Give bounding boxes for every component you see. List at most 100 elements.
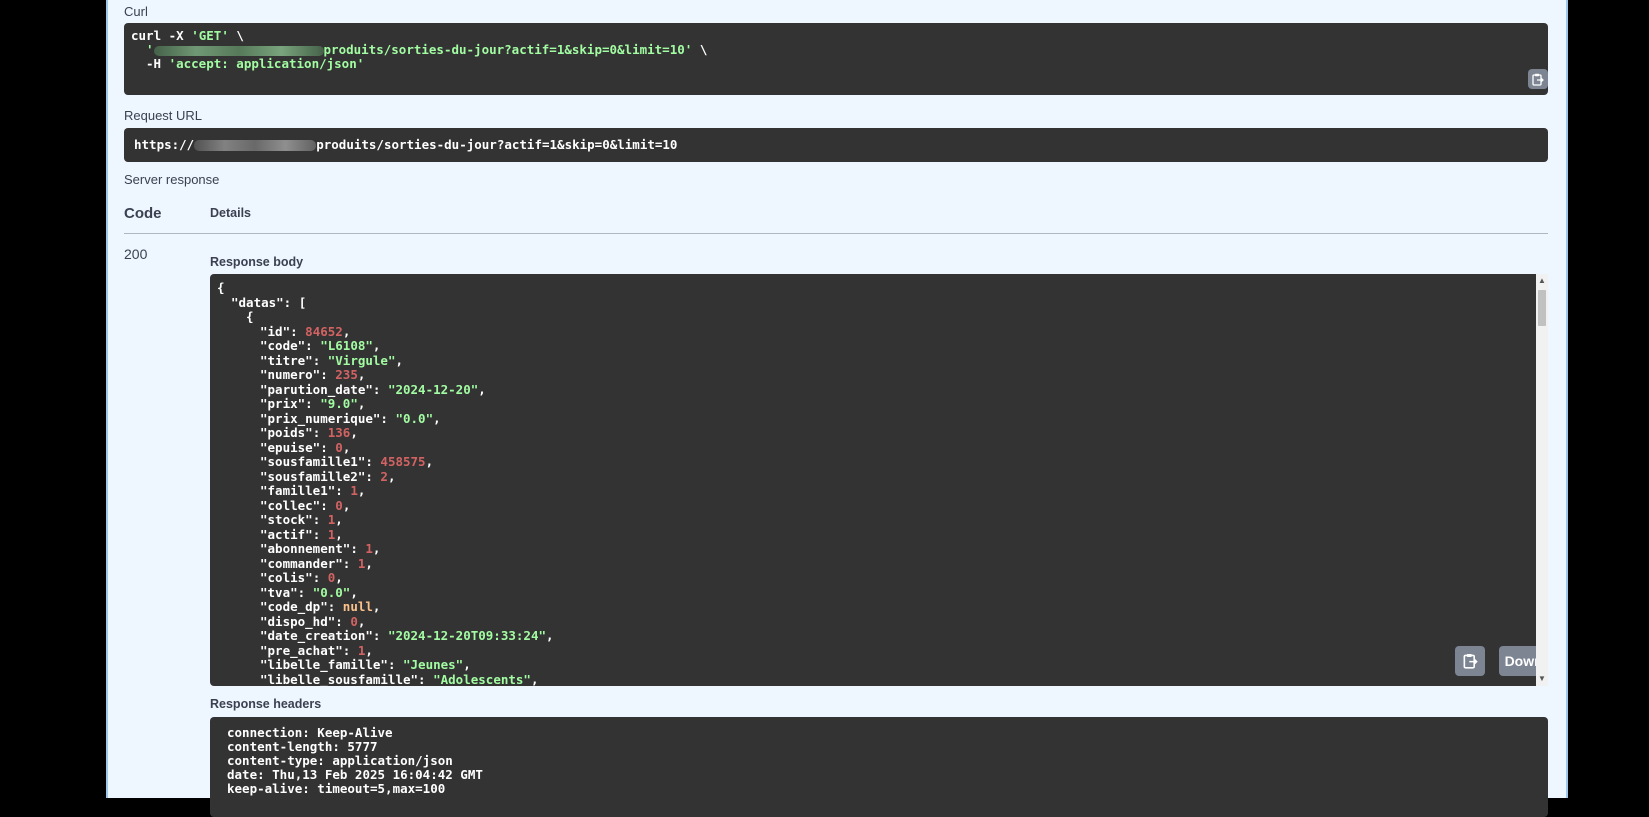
json-comma: , <box>395 352 404 368</box>
json-key: "date_creation" <box>260 628 373 643</box>
request-url-block[interactable]: https://produits/sorties-du-jour?actif=1… <box>124 128 1548 162</box>
json-field-line: "pre_achat": 1, <box>260 642 373 659</box>
json-key: "colis" <box>260 570 313 585</box>
json-key: "prix_numerique" <box>260 410 381 426</box>
json-key: "commander" <box>260 555 343 571</box>
response-copy-button[interactable] <box>1455 646 1485 676</box>
json-key: "tva" <box>260 584 298 600</box>
curl-copy-button[interactable] <box>1528 69 1548 89</box>
json-open-brace: { <box>217 280 225 295</box>
json-comma: , <box>372 541 381 556</box>
response-status-code: 200 <box>124 246 148 262</box>
json-value: "Virgule" <box>327 352 396 368</box>
json-comma: , <box>365 642 373 658</box>
json-key: "collec" <box>260 497 321 513</box>
json-comma: , <box>365 555 373 571</box>
json-key: "poids" <box>260 425 313 440</box>
json-key: "code" <box>260 338 306 353</box>
json-comma: , <box>335 526 343 542</box>
redacted-host <box>194 140 317 151</box>
details-column-header: Details <box>210 206 251 220</box>
json-value: "9.0" <box>320 396 358 411</box>
response-body-block[interactable]: {"datas": [{"id": 84652, "code": "L6108",… <box>210 274 1548 686</box>
code-column-header: Code <box>124 205 162 222</box>
json-separator: : <box>312 526 328 542</box>
json-separator: : <box>387 657 403 672</box>
json-separator: : <box>305 338 321 353</box>
json-field-line: "titre": "Virgule", <box>260 352 404 369</box>
json-value: "Adolescents" <box>433 671 531 686</box>
json-key: "code_dp" <box>260 599 328 614</box>
clipboard-icon <box>1532 73 1544 86</box>
json-comma: , <box>478 381 486 397</box>
json-field-line: "sousfamille2": 2, <box>260 468 396 485</box>
json-key: "numero" <box>260 367 321 382</box>
json-key: "dispo_hd" <box>260 613 336 629</box>
json-comma: , <box>335 512 343 527</box>
json-field-line: "famille1": 1, <box>260 483 366 499</box>
json-value: 0 <box>350 613 358 629</box>
json-separator: : <box>290 323 306 339</box>
json-comma: , <box>350 425 358 440</box>
json-field-line: "dispo_hd": 0, <box>260 613 365 630</box>
response-headers-block[interactable]: connection: Keep-Alive content-length: 57… <box>210 717 1548 817</box>
json-comma: , <box>357 483 366 498</box>
json-comma: , <box>342 439 351 455</box>
json-value: 136 <box>327 425 351 440</box>
json-field-line: "tva": "0.0", <box>260 584 358 601</box>
request-url-label: Request URL <box>124 108 203 123</box>
json-separator: : <box>372 381 388 397</box>
json-comma: , <box>387 468 396 484</box>
response-header-line: keep-alive: timeout=5,max=100 <box>227 781 446 796</box>
json-field-line: "code": "L6108", <box>260 338 380 354</box>
json-separator: : <box>305 396 321 411</box>
json-comma: , <box>357 367 366 382</box>
scrollbar-thumb[interactable] <box>1538 290 1546 326</box>
json-separator: : <box>418 671 434 686</box>
json-field-line: "abonnement": 1, <box>260 541 381 557</box>
json-comma: , <box>372 599 381 614</box>
json-comma: , <box>546 628 554 643</box>
response-headers-label: Response headers <box>210 697 322 711</box>
json-value: "Jeunes" <box>403 657 464 672</box>
curl-code-block[interactable]: curl -X 'GET' \ ' produits/sorties-du-jou… <box>124 23 1548 95</box>
json-key: "libelle_famille" <box>260 657 388 672</box>
json-value: "L6108" <box>320 338 373 353</box>
json-value: 1 <box>350 483 358 498</box>
json-separator: : <box>312 512 328 527</box>
json-key: "epuise" <box>260 439 321 455</box>
json-field-line: "prix_numerique": "0.0", <box>260 410 441 427</box>
scroll-up-arrow-icon[interactable]: ▲ <box>1538 277 1546 285</box>
json-separator: : <box>335 613 351 629</box>
json-field-line: "actif": 1, <box>260 526 343 543</box>
json-key: "actif" <box>260 526 313 542</box>
json-comma: , <box>530 671 539 686</box>
json-value: null <box>342 599 373 614</box>
response-body-scrollbar[interactable]: ▲ ▼ <box>1536 274 1548 686</box>
json-separator: : <box>372 628 388 643</box>
json-comma: , <box>350 584 358 600</box>
json-value: 84652 <box>305 323 343 339</box>
server-response-label: Server response <box>124 172 220 187</box>
json-separator: : <box>312 570 328 585</box>
json-comma: , <box>425 454 434 469</box>
json-key: "sousfamille2" <box>260 468 366 484</box>
json-key: "prix" <box>260 396 306 411</box>
json-separator: : <box>312 352 328 368</box>
scroll-down-arrow-icon[interactable]: ▼ <box>1538 675 1546 683</box>
json-field-line: "commander": 1, <box>260 555 373 572</box>
json-separator: : <box>342 555 358 571</box>
json-key: "parution_date" <box>260 381 373 397</box>
curl-line-3: -H 'accept: application/json' <box>146 56 365 71</box>
json-value: 458575 <box>380 454 426 469</box>
json-separator: : <box>327 599 343 614</box>
json-separator: : <box>335 483 351 498</box>
json-value: "0.0" <box>395 410 434 426</box>
json-comma: , <box>342 497 351 513</box>
json-value: 0 <box>335 497 343 513</box>
json-separator: : <box>297 584 313 600</box>
json-comma: , <box>463 657 471 672</box>
json-value: "0.0" <box>312 584 351 600</box>
json-comma: , <box>335 570 343 585</box>
json-field-line: "epuise": 0, <box>260 439 351 456</box>
